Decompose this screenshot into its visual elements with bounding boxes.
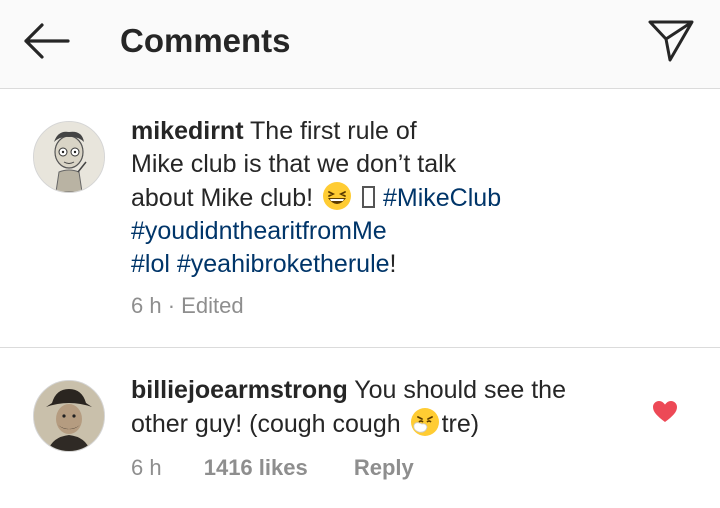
reply-button[interactable]: Reply: [354, 454, 414, 482]
comment-text-line2-end: tre): [441, 410, 480, 438]
page-title: Comments: [120, 22, 291, 59]
comment-timestamp: 6 h: [131, 455, 162, 480]
avatar[interactable]: [33, 121, 105, 193]
comment-text-line3: about Mike club!: [131, 184, 320, 212]
comment-text-line1: The first rule of: [243, 117, 417, 145]
avatar-illustration: [34, 122, 104, 192]
grinning-squinting-face-icon: [323, 182, 351, 210]
paper-plane-icon: [648, 20, 694, 62]
comment-meta: 6 h · Edited: [131, 292, 244, 320]
comment-item: mikedirnt The first rule of Mike club is…: [0, 89, 720, 348]
header-bar: Comments: [0, 0, 720, 89]
hashtag-link[interactable]: #lol: [131, 250, 170, 278]
likes-count[interactable]: 1416 likes: [204, 454, 308, 482]
comment-text: billiejoearmstrong You should see the ot…: [131, 374, 621, 441]
heart-icon: [653, 401, 677, 422]
avatar-photo: [34, 381, 104, 451]
direct-message-button[interactable]: [642, 12, 700, 68]
comment-username[interactable]: mikedirnt: [131, 117, 244, 145]
missing-glyph-icon: [362, 186, 375, 208]
avatar[interactable]: [33, 380, 105, 452]
sneezing-face-icon: [410, 408, 439, 436]
comment-username[interactable]: billiejoearmstrong: [131, 376, 348, 404]
back-button[interactable]: [18, 18, 74, 64]
edited-label: Edited: [181, 293, 244, 318]
comment-text-line1: You should see the: [347, 376, 566, 404]
arrow-left-icon: [24, 23, 70, 59]
comment-text: mikedirnt The first rule of Mike club is…: [131, 115, 631, 281]
hashtag-link[interactable]: #youdidnthearitfromMe: [131, 217, 387, 245]
comment-text-line2: other guy! (cough cough: [131, 410, 408, 438]
meta-separator: ·: [167, 293, 176, 318]
comment-text-line2: Mike club is that we don’t talk: [131, 150, 457, 178]
hashtag-link[interactable]: #MikeClub: [383, 184, 501, 212]
like-button[interactable]: [652, 400, 678, 424]
comment-timestamp: 6 h: [131, 293, 162, 318]
comment-item: billiejoearmstrong You should see the ot…: [0, 348, 720, 508]
hashtag-link[interactable]: #yeahibroketherule: [177, 250, 390, 278]
comment-meta: 6 h 1416 likes Reply: [131, 454, 414, 482]
comment-text-end: !: [389, 250, 397, 278]
